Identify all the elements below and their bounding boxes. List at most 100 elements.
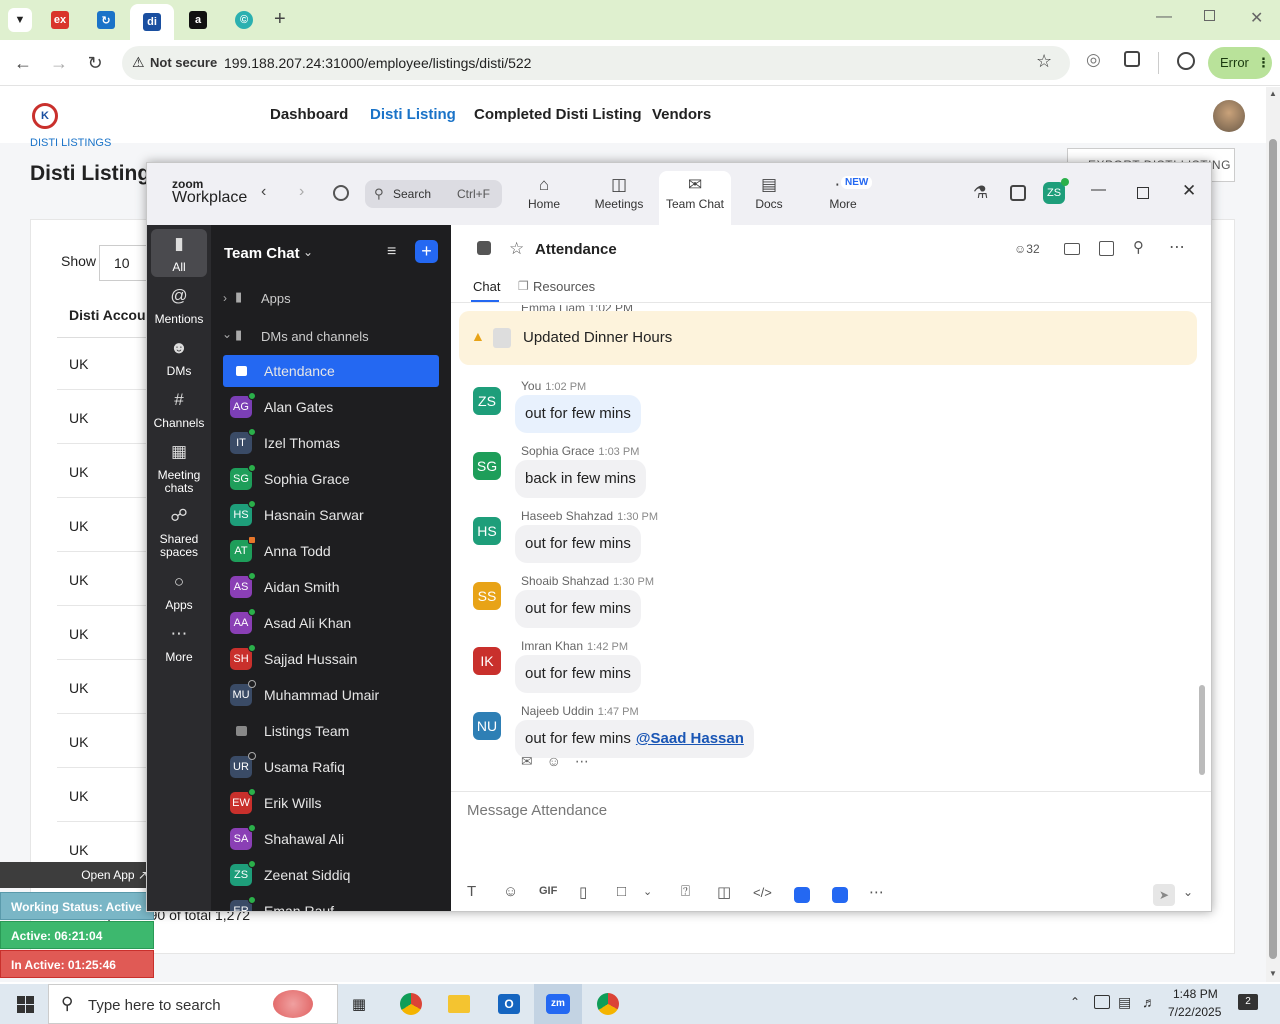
bell-icon[interactable]: ⚗	[973, 183, 988, 203]
page-size-select[interactable]: 10	[99, 245, 149, 281]
zoom-maximize-button[interactable]	[1137, 187, 1149, 199]
user-avatar-zs[interactable]: ZS	[1043, 178, 1069, 204]
browser-tab[interactable]: a	[178, 6, 218, 34]
new-tab-button[interactable]: +	[274, 8, 286, 31]
forward-arrow-icon[interactable]: →	[46, 50, 72, 76]
app-blue-icon[interactable]	[794, 887, 810, 903]
profile-icon[interactable]	[1177, 52, 1195, 70]
taskbar-search-box[interactable]: ⚲ Type here to search	[48, 984, 338, 1024]
apps-section-label[interactable]: Apps	[261, 291, 291, 306]
rail-apps[interactable]: ○ Apps	[151, 573, 207, 612]
history-icon[interactable]	[333, 185, 349, 201]
site-logo[interactable]: K	[32, 103, 58, 129]
code-icon[interactable]: </>	[753, 885, 772, 900]
contact-item[interactable]: SA Shahawal Ali	[223, 823, 439, 855]
new-chat-button[interactable]: +	[415, 240, 438, 263]
contact-item[interactable]: ER Eman Rauf	[223, 895, 439, 911]
contact-item[interactable]: AG Alan Gates	[223, 391, 439, 423]
rail-all[interactable]: ▮ All	[151, 235, 207, 274]
contact-item[interactable]: HS Hasnain Sarwar	[223, 499, 439, 531]
channel-item-active[interactable]: Attendance	[223, 355, 439, 387]
back-arrow-icon[interactable]: ←	[10, 50, 36, 76]
task-view-icon[interactable]: ▦	[344, 990, 374, 1018]
browser-tab-active[interactable]: di	[130, 4, 174, 40]
chevron-right-icon[interactable]: ›	[299, 183, 304, 201]
contact-item[interactable]: SH Sajjad Hussain	[223, 643, 439, 675]
microphone-icon[interactable]: ⍰	[681, 883, 690, 900]
breadcrumb[interactable]: DISTI LISTINGS	[30, 137, 111, 149]
filter-icon[interactable]: ≡	[387, 243, 396, 261]
rail-meeting-chats[interactable]: ▦ Meeting chats	[151, 443, 207, 495]
tab-home[interactable]: ⌂ Home	[508, 171, 580, 225]
nav-completed-disti-listing[interactable]: Completed Disti Listing	[474, 106, 642, 123]
screenshot-icon[interactable]: □	[617, 883, 626, 900]
dms-section-label[interactable]: DMs and channels	[261, 329, 369, 344]
restore-window-button[interactable]	[1204, 10, 1215, 21]
rail-shared-spaces[interactable]: ☍ Shared spaces	[151, 507, 207, 559]
chevron-down-icon[interactable]: ⌄	[222, 327, 232, 341]
tab-meetings[interactable]: ◫ Meetings	[583, 171, 655, 225]
open-app-button[interactable]: Open App ↗	[0, 862, 156, 888]
address-bar[interactable]: ⚠ Not secure 199.188.207.24:31000/employ…	[122, 46, 1070, 80]
chevron-down-icon[interactable]: ⌄	[1183, 885, 1193, 899]
rail-channels[interactable]: # Channels	[151, 391, 207, 430]
page-scrollbar[interactable]: ▲ ▼	[1266, 87, 1280, 982]
browser-tab[interactable]: ↻	[86, 6, 126, 34]
outlook-icon[interactable]: O	[494, 990, 524, 1018]
contact-item[interactable]: IT Izel Thomas	[223, 427, 439, 459]
contact-item[interactable]: UR Usama Rafiq	[223, 751, 439, 783]
scrollbar-thumb[interactable]	[1269, 139, 1277, 959]
notifications-icon[interactable]: 2	[1238, 994, 1258, 1010]
contact-item[interactable]: SG Sophia Grace	[223, 463, 439, 495]
file-icon[interactable]: ▯	[579, 883, 587, 901]
calendar-icon[interactable]	[1010, 185, 1026, 201]
team-chat-title[interactable]: Team Chat	[224, 245, 300, 262]
contact-item[interactable]: Listings Team	[223, 715, 439, 747]
globe-icon[interactable]: ◎	[1086, 50, 1101, 70]
tray-network-icon[interactable]: ▤	[1118, 994, 1131, 1011]
contact-item[interactable]: EW Erik Wills	[223, 787, 439, 819]
chevron-down-icon[interactable]: ⌄	[643, 885, 652, 898]
zoom-app-icon[interactable]: zm	[543, 990, 573, 1018]
send-icon[interactable]: ➤	[1153, 884, 1175, 906]
user-avatar[interactable]	[1213, 100, 1245, 132]
rail-dms[interactable]: ☻ DMs	[151, 339, 207, 378]
emoji-icon[interactable]: ☺	[503, 883, 518, 900]
bookmark-star-icon[interactable]: ☆	[1036, 51, 1052, 72]
chrome-icon[interactable]	[396, 990, 426, 1018]
app-blue-icon-2[interactable]	[832, 887, 848, 903]
close-window-button[interactable]: ✕	[1250, 8, 1263, 28]
tab-docs[interactable]: ▤ Docs	[733, 171, 805, 225]
contact-item[interactable]: AS Aidan Smith	[223, 571, 439, 603]
more-icon[interactable]: ⋯	[869, 883, 884, 901]
zoom-close-button[interactable]: ✕	[1182, 181, 1196, 201]
scroll-down-arrow-icon[interactable]: ▼	[1269, 969, 1277, 978]
contact-item[interactable]: AT Anna Todd	[223, 535, 439, 567]
tray-chevron-up-icon[interactable]: ⌃	[1070, 995, 1080, 1009]
tray-volume-icon[interactable]: ♬	[1142, 994, 1156, 1010]
reload-icon[interactable]: ↻	[82, 50, 108, 76]
zoom-search-box[interactable]: ⚲ Search Ctrl+F	[365, 180, 502, 208]
extensions-icon[interactable]	[1124, 51, 1140, 67]
chrome-icon-2[interactable]	[593, 990, 623, 1018]
chevron-down-icon[interactable]: ⌄	[303, 245, 313, 259]
minimize-window-button[interactable]: —	[1156, 8, 1172, 26]
zoom-minimize-button[interactable]: —	[1091, 181, 1106, 198]
tray-security-icon[interactable]	[1094, 995, 1110, 1009]
chevron-right-icon[interactable]: ›	[223, 291, 227, 305]
taskbar-time[interactable]: 1:48 PM	[1173, 987, 1218, 1001]
file-explorer-icon[interactable]	[444, 990, 474, 1018]
chevron-left-icon[interactable]: ‹	[261, 183, 266, 201]
rail-more[interactable]: ⋯ More	[151, 625, 207, 664]
windows-start-icon[interactable]	[10, 990, 40, 1018]
contact-item[interactable]: AA Asad Ali Khan	[223, 607, 439, 639]
tab-search-button[interactable]: ▼	[8, 8, 32, 32]
taskbar-date[interactable]: 7/22/2025	[1168, 1005, 1221, 1019]
rail-mentions[interactable]: @ Mentions	[151, 287, 207, 326]
browser-tab[interactable]: ex	[40, 6, 80, 34]
nav-dashboard[interactable]: Dashboard	[270, 106, 348, 123]
nav-disti-listing[interactable]: Disti Listing	[370, 106, 456, 123]
gif-icon[interactable]: GIF	[539, 885, 557, 897]
nav-vendors[interactable]: Vendors	[652, 106, 711, 123]
error-profile-button[interactable]: Error ⋮	[1208, 47, 1272, 79]
